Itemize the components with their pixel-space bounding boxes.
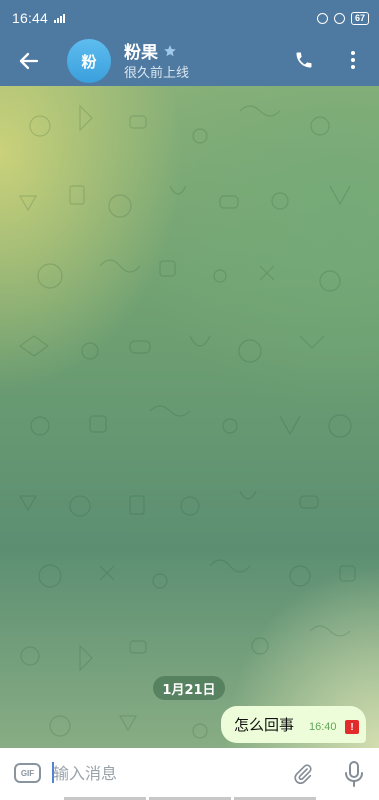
message-input[interactable] <box>53 760 273 786</box>
mic-button[interactable] <box>341 760 367 788</box>
mic-icon <box>345 761 363 787</box>
status-time: 16:44 <box>12 10 49 26</box>
chat-background: 1月21日 怎么回事 16:40 ! <box>0 86 379 748</box>
back-button[interactable] <box>14 46 44 76</box>
battery-indicator: 67 <box>350 11 369 25</box>
chat-header: 粉 粉果 很久前上线 <box>0 36 379 86</box>
date-separator: 1月21日 <box>153 676 225 700</box>
lock-icon <box>333 12 345 24</box>
chat-title[interactable]: 粉果 <box>124 38 177 63</box>
chat-title-text: 粉果 <box>124 43 158 63</box>
message-time: 16:40 <box>309 721 337 733</box>
chat-status: 很久前上线 <box>124 66 190 81</box>
more-vert-icon <box>351 51 355 55</box>
more-button[interactable] <box>344 46 362 74</box>
gif-icon: GIF <box>20 768 35 778</box>
attach-button[interactable] <box>290 761 316 787</box>
signal-icon <box>54 13 66 23</box>
star-icon <box>164 44 176 56</box>
back-arrow-icon <box>19 52 39 70</box>
attach-icon <box>294 764 312 785</box>
status-bar: 16:44 67 <box>0 0 379 36</box>
sync-icon <box>316 12 328 24</box>
message-text: 怎么回事 <box>234 716 295 734</box>
message-bubble[interactable]: 怎么回事 16:40 ! <box>221 706 366 743</box>
phone-icon <box>296 52 312 68</box>
gif-button[interactable]: GIF <box>14 763 41 783</box>
avatar[interactable]: 粉 <box>67 39 111 83</box>
wallpaper-pattern <box>18 104 356 739</box>
call-button[interactable] <box>290 46 318 74</box>
status-left: 16:44 <box>12 10 66 26</box>
avatar-initial: 粉 <box>81 52 97 71</box>
send-error-icon[interactable]: ! <box>345 720 359 734</box>
input-bar: GIF <box>0 748 379 800</box>
status-right: 67 <box>316 11 369 25</box>
